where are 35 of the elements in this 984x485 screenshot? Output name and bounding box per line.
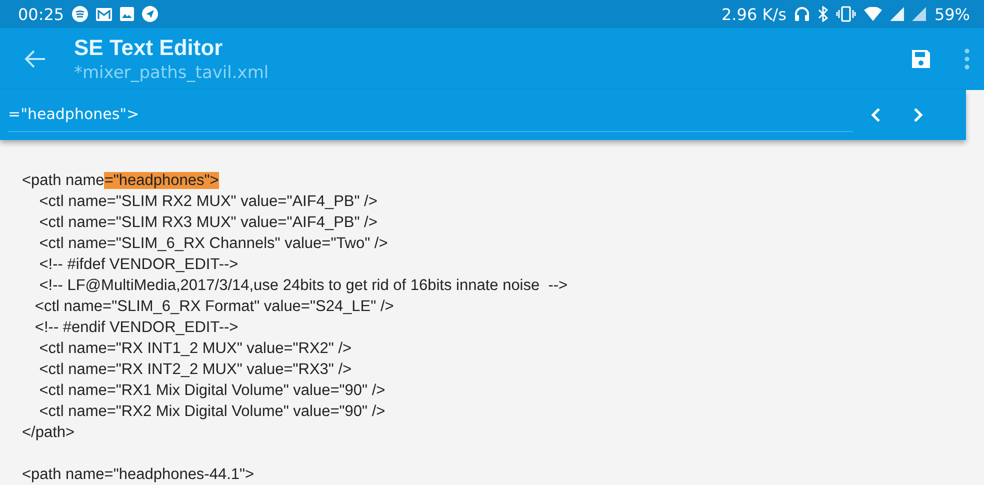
code-line: <path name="headphones-44.1"> bbox=[22, 465, 256, 485]
image-icon bbox=[120, 7, 134, 21]
code-line: <!-- #ifdef VENDOR_EDIT--> bbox=[38, 255, 240, 275]
code-line: <ctl name="SLIM RX2 MUX" value="AIF4_PB" /> bbox=[38, 192, 378, 212]
music-app-icon bbox=[72, 6, 88, 22]
network-speed: 2.96 K/s bbox=[722, 4, 786, 24]
code-line: <ctl name="RX INT2_2 MUX" value="RX3" /> bbox=[38, 360, 353, 380]
code-line: <ctl name="RX2 Mix Digital Volume" value="90" /> bbox=[38, 402, 386, 422]
code-line: <ctl name="SLIM_6_RX Channels" value="Two" /> bbox=[38, 234, 389, 254]
file-name: *mixer_paths_tavil.xml bbox=[74, 62, 269, 83]
back-arrow-icon bbox=[24, 50, 46, 68]
clock: 00:25 bbox=[18, 4, 64, 24]
headphones-icon bbox=[794, 6, 810, 22]
code-line: <ctl name="SLIM RX3 MUX" value="AIF4_PB" /> bbox=[38, 213, 378, 233]
code-line: <!-- LF@MultiMedia,2017/3/14,use 24bits to get rid of 16bits innate noise --> bbox=[38, 276, 569, 296]
code-line: <ctl name="RX1 Mix Digital Volume" value="90" /> bbox=[38, 381, 386, 401]
wifi-icon bbox=[864, 7, 882, 21]
save-icon bbox=[910, 48, 932, 70]
send-icon bbox=[142, 6, 158, 22]
chevron-left-icon bbox=[871, 106, 881, 123]
search-bar[interactable]: ="headphones"> bbox=[0, 90, 966, 140]
signal-icon bbox=[912, 7, 926, 21]
code-line: <!-- #endif VENDOR_EDIT--> bbox=[34, 318, 240, 338]
signal-icon bbox=[890, 7, 904, 21]
vibrate-icon bbox=[836, 6, 856, 22]
bluetooth-icon bbox=[818, 6, 828, 22]
code-line: <ctl name="SLIM_6_RX Format" value="S24_LE" /> bbox=[34, 297, 395, 317]
battery-percentage: 59% bbox=[934, 4, 970, 24]
mail-icon bbox=[96, 8, 112, 20]
code-line: <ctl name="RX INT1_2 MUX" value="RX2" /> bbox=[38, 339, 353, 359]
more-icon bbox=[964, 48, 970, 70]
code-line: </path> bbox=[22, 423, 76, 443]
chevron-right-icon bbox=[913, 106, 923, 123]
app-title: SE Text Editor bbox=[74, 34, 224, 61]
code-line: <path name="headphones"> bbox=[22, 171, 220, 191]
